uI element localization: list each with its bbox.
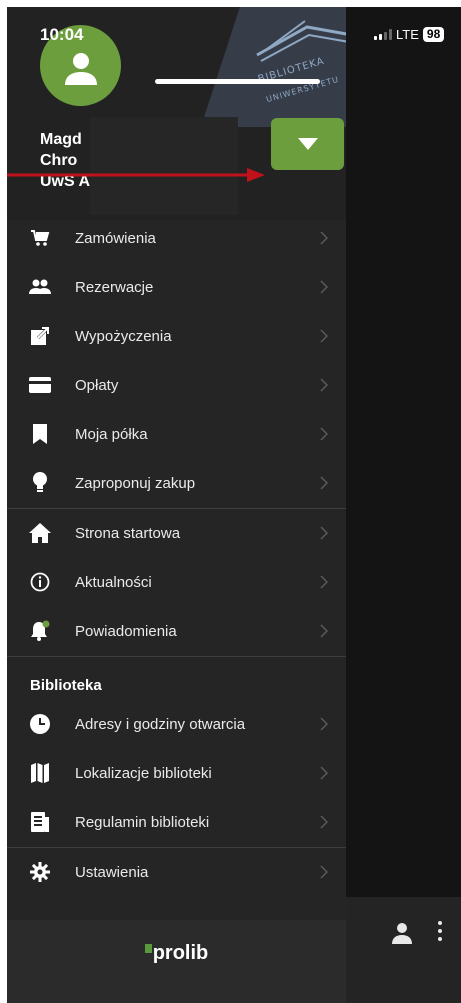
chevron-right-icon xyxy=(320,329,329,348)
navigation-drawer: BIBLIOTEKA UNIWERSYTETU 10:04 Magd Chro … xyxy=(7,7,346,1003)
chevron-right-icon xyxy=(320,476,329,495)
chevron-right-icon xyxy=(320,280,329,299)
home-icon xyxy=(29,522,51,544)
menu-label: Aktualności xyxy=(75,574,152,591)
menu-item-moja-polka[interactable]: Moja półka xyxy=(7,410,346,459)
lightbulb-icon xyxy=(29,472,51,494)
external-link-icon xyxy=(29,325,51,347)
chevron-right-icon xyxy=(320,526,329,545)
cart-icon xyxy=(29,227,51,249)
network-label: LTE xyxy=(396,27,419,42)
menu-label: Regulamin biblioteki xyxy=(75,814,210,831)
chevron-right-icon xyxy=(320,865,329,884)
menu-label: Rezerwacje xyxy=(75,279,154,296)
menu-label: Moja półka xyxy=(75,426,148,443)
menu-item-zaproponuj-zakup[interactable]: Zaproponuj zakup xyxy=(7,459,346,508)
menu-item-zamowienia[interactable]: Zamówienia xyxy=(7,214,346,263)
prolib-mark-icon xyxy=(144,944,152,953)
menu-label: Zaproponuj zakup xyxy=(75,475,196,492)
menu-item-adresy[interactable]: Adresy i godziny otwarcia xyxy=(7,700,346,749)
chevron-right-icon xyxy=(320,427,329,446)
drawer-menu: Zamówienia Rezerwacje Wypożyczenia Opłat… xyxy=(7,214,346,897)
drawer-footer: prolib xyxy=(7,920,346,1003)
section-title-biblioteka: Biblioteka xyxy=(30,677,102,694)
more-options-icon[interactable] xyxy=(438,921,442,941)
menu-item-powiadomienia[interactable]: Powiadomienia xyxy=(7,607,346,656)
chevron-right-icon xyxy=(320,815,329,834)
menu-label: Lokalizacje biblioteki xyxy=(75,765,212,782)
chevron-right-icon xyxy=(320,717,329,736)
menu-label: Adresy i godziny otwarcia xyxy=(75,716,246,733)
status-bar-right: LTE 98 xyxy=(374,27,445,42)
map-icon xyxy=(29,762,51,784)
menu-label: Ustawienia xyxy=(75,864,149,881)
credit-card-icon xyxy=(29,374,51,396)
bookmark-icon xyxy=(29,423,51,445)
user-icon[interactable] xyxy=(390,921,414,950)
menu-label: Zamówienia xyxy=(75,230,156,247)
background-app-pane: LTE 98 xyxy=(346,7,461,1003)
chevron-right-icon xyxy=(320,378,329,397)
gear-icon xyxy=(29,861,51,883)
phone-screen: LTE 98 BIBLIOTEKA UNIWERSYTETU 10:04 Mag… xyxy=(7,7,461,1003)
drawer-header: BIBLIOTEKA UNIWERSYTETU 10:04 Magd Chro … xyxy=(7,7,346,220)
menu-item-rezerwacje[interactable]: Rezerwacje xyxy=(7,263,346,312)
menu-item-ustawienia[interactable]: Ustawienia xyxy=(7,848,346,897)
chevron-right-icon xyxy=(320,231,329,250)
chevron-right-icon xyxy=(320,575,329,594)
info-icon xyxy=(29,571,51,593)
signal-icon xyxy=(374,29,392,40)
annotation-arrow xyxy=(7,168,265,182)
menu-label: Wypożyczenia xyxy=(75,328,172,345)
library-logo-icon xyxy=(256,20,346,62)
user-name-line1: Magd xyxy=(40,131,82,148)
menu-item-strona-startowa[interactable]: Strona startowa xyxy=(7,509,346,558)
redaction-box xyxy=(90,117,238,215)
bell-icon xyxy=(29,620,51,642)
chevron-right-icon xyxy=(320,766,329,785)
account-dropdown-button[interactable] xyxy=(271,118,344,170)
menu-item-oplaty[interactable]: Opłaty xyxy=(7,361,346,410)
brand-text: prolib xyxy=(152,942,209,964)
battery-icon: 98 xyxy=(422,27,445,42)
menu-label: Powiadomienia xyxy=(75,623,177,640)
menu-item-lokalizacje[interactable]: Lokalizacje biblioteki xyxy=(7,749,346,798)
bottom-toolbar xyxy=(346,897,461,1003)
menu-item-wypozyczenia[interactable]: Wypożyczenia xyxy=(7,312,346,361)
menu-item-aktualnosci[interactable]: Aktualności xyxy=(7,558,346,607)
person-icon xyxy=(64,52,97,85)
caret-down-icon xyxy=(297,138,318,150)
menu-item-regulamin[interactable]: Regulamin biblioteki xyxy=(7,798,346,847)
menu-label: Opłaty xyxy=(75,377,119,394)
clock-icon xyxy=(29,713,51,735)
document-icon xyxy=(29,811,51,833)
prolib-logo: prolib xyxy=(7,942,346,965)
menu-label: Strona startowa xyxy=(75,525,181,542)
chevron-right-icon xyxy=(320,624,329,643)
home-indicator[interactable] xyxy=(155,79,320,84)
status-time: 10:04 xyxy=(40,25,84,44)
people-icon xyxy=(29,276,51,298)
